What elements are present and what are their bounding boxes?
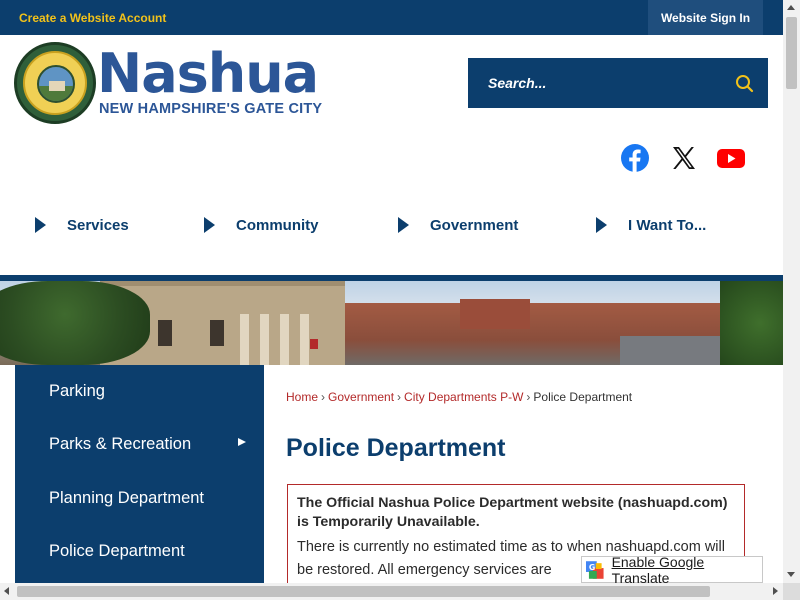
seal-ring [23,51,87,115]
search-input[interactable] [468,58,728,108]
search-icon[interactable] [734,73,756,95]
scroll-right-icon[interactable] [773,587,778,595]
svg-text:G: G [589,563,595,572]
sidebar-item-planning-department[interactable]: Planning Department [15,472,264,525]
submenu-arrow-icon[interactable] [238,438,246,446]
google-translate-button[interactable]: G Enable Google Translate [581,553,763,586]
nav-arrow-icon [204,217,215,233]
page-title: Police Department [286,434,506,462]
main-nav: Services Community Government I Want To.… [0,205,783,245]
horizontal-scrollbar[interactable] [0,583,783,600]
search-box [468,58,768,108]
horizontal-scroll-thumb[interactable] [17,586,710,597]
nav-arrow-icon [35,217,46,233]
nav-arrow-icon [398,217,409,233]
breadcrumb-city-departments[interactable]: City Departments P-W [404,390,523,404]
youtube-icon[interactable] [716,143,746,173]
scroll-down-icon[interactable] [787,572,795,577]
sidebar-menu: Parking Parks & Recreation Planning Depa… [15,365,264,585]
logo-subtitle[interactable]: NEW HAMPSHIRE'S GATE CITY [99,101,322,117]
google-translate-label: Enable Google Translate [611,553,705,586]
nav-item-label: Services [67,216,129,234]
scrollbar-corner [783,583,800,600]
scroll-left-icon[interactable] [4,587,9,595]
nav-item-i-want-to[interactable]: I Want To... [596,205,706,245]
sign-in-button[interactable]: Website Sign In [648,0,763,35]
nav-item-community[interactable]: Community [204,205,319,245]
create-account-link[interactable]: Create a Website Account [19,11,166,25]
sidebar-item-parking[interactable]: Parking [15,365,264,418]
nav-item-label: Government [430,216,519,234]
google-translate-icon: G [586,560,604,579]
sidebar-item-police-department[interactable]: Police Department [15,525,264,578]
breadcrumb: Home › Government › City Departments P-W › Pol… [286,390,633,404]
nav-item-label: I Want To... [628,216,707,234]
city-banner-image [0,281,783,365]
breadcrumb-government[interactable]: Government [328,390,394,404]
top-bar: Create a Website Account Website Sign In [0,0,783,35]
breadcrumb-current: Police Department [533,390,633,404]
facebook-icon[interactable] [620,143,650,173]
nav-item-government[interactable]: Government [398,205,518,245]
nav-item-label: Community [236,216,319,234]
scroll-up-icon[interactable] [787,5,795,10]
nav-item-services[interactable]: Services [35,205,129,245]
x-icon[interactable] [669,143,699,173]
alert-heading: The Official Nashua Police Department we… [297,495,728,530]
vertical-scrollbar[interactable] [783,0,800,583]
breadcrumb-home[interactable]: Home [286,390,318,404]
city-seal-logo[interactable] [14,42,96,124]
vertical-scroll-thumb[interactable] [786,17,797,89]
seal-center [37,65,75,103]
logo-title[interactable]: Nashua [97,44,319,104]
nav-arrow-icon [596,217,607,233]
sidebar-item-parks-recreation[interactable]: Parks & Recreation [15,418,264,471]
